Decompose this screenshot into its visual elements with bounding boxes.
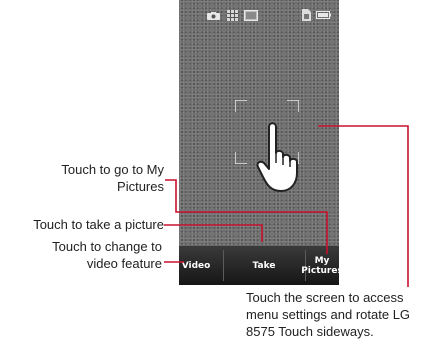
my-pictures-softkey-label-1: My <box>314 255 330 266</box>
callout-take-line: Touch to take a picture <box>33 217 164 232</box>
camera-screen[interactable]: Video Take My Pictures <box>179 0 343 285</box>
video-softkey[interactable]: Video <box>179 246 213 285</box>
my-pictures-softkey-label-2: Pictures <box>301 265 343 276</box>
callout-screen: Touch the screen to access menu settings… <box>246 289 438 340</box>
callout-video-line-1: Touch to change to <box>52 239 162 254</box>
battery-icon <box>316 11 331 19</box>
callout-video: Touch to change to video feature <box>6 238 162 272</box>
callout-take: Touch to take a picture <box>4 216 164 233</box>
memory-card-icon <box>302 9 311 21</box>
video-softkey-label: Video <box>181 260 211 271</box>
callout-my-pictures: Touch to go to My Pictures <box>6 161 164 195</box>
callout-screen-line-2: menu settings and rotate LG <box>246 307 411 322</box>
callout-video-line-2: video feature <box>86 256 162 271</box>
image-icon <box>244 10 258 21</box>
callout-screen-line-1: Touch the screen to access <box>246 290 404 305</box>
softkey-bar: Video Take My Pictures <box>179 245 343 285</box>
hand-pointer-icon <box>256 122 298 192</box>
callout-my-pictures-line-1: Touch to go to My <box>61 162 164 177</box>
take-softkey[interactable]: Take <box>223 246 305 285</box>
callout-my-pictures-line-2: Pictures <box>117 179 164 194</box>
callout-screen-line-3: 8575 Touch sideways. <box>246 324 374 339</box>
grid-icon <box>227 10 238 21</box>
my-pictures-softkey[interactable]: My Pictures <box>301 246 343 285</box>
status-bar <box>179 0 339 24</box>
camera-icon <box>207 12 220 20</box>
take-softkey-label: Take <box>252 260 276 271</box>
